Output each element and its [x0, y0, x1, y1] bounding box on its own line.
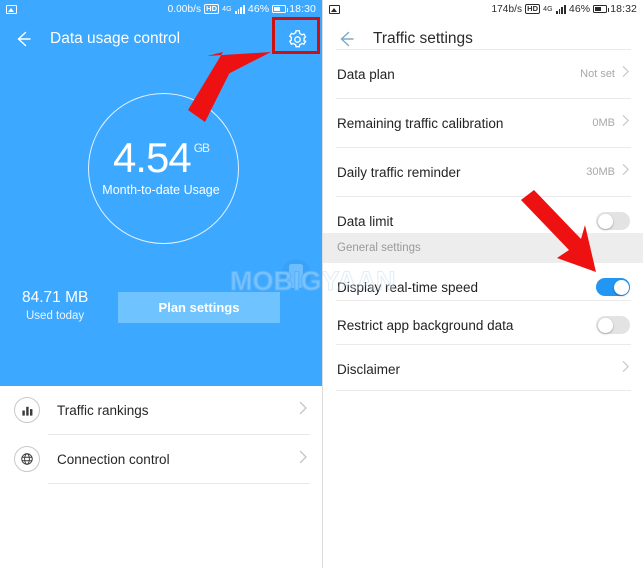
network-type-label: 4G	[222, 5, 232, 13]
usage-value: 4.54 GB	[0, 134, 322, 182]
section-header-general-settings: General settings	[323, 233, 643, 263]
list-item-label: Traffic rankings	[57, 402, 149, 418]
battery-icon	[593, 5, 610, 13]
chevron-right-icon	[622, 65, 630, 83]
used-today-value: 84.71 MB	[22, 289, 89, 306]
settings-row-restrict-app-background-data[interactable]: Restrict app background data	[323, 301, 643, 349]
page-title: Data usage control	[50, 30, 181, 47]
bar-chart-icon	[14, 397, 40, 423]
signal-bars-icon	[234, 4, 245, 14]
settings-row-label: Data limit	[337, 213, 394, 229]
back-arrow-icon[interactable]	[335, 28, 357, 50]
chevron-right-icon	[299, 401, 308, 420]
hd-icon: HD	[525, 4, 541, 14]
list-divider	[48, 483, 310, 484]
status-bar-left: 0.00b/s HD 4G 46% 18:30	[0, 0, 322, 18]
right-phone-screen: 174b/s HD 4G 46% 18:32 Traffic settings …	[322, 0, 643, 568]
list-item-label: Connection control	[57, 451, 170, 467]
app-bar-left: Data usage control	[0, 18, 322, 60]
settings-row-label: Disclaimer	[337, 361, 401, 377]
page-title: Traffic settings	[373, 30, 473, 47]
usage-value-number: 4.54	[112, 134, 192, 181]
settings-row-value: Not set	[580, 68, 615, 80]
clock-label: 18:30	[289, 3, 316, 15]
usage-caption: Month-to-date Usage	[102, 183, 220, 197]
list-divider	[336, 390, 631, 391]
signal-bars-icon	[555, 4, 566, 14]
settings-row-remaining-traffic-calibration[interactable]: Remaining traffic calibration 0MB	[323, 99, 643, 147]
network-speed-label: 174b/s	[491, 3, 523, 15]
list-item-traffic-rankings[interactable]: Traffic rankings	[0, 386, 322, 434]
hd-icon: HD	[204, 4, 220, 14]
settings-row-label: Remaining traffic calibration	[337, 115, 504, 131]
chevron-right-icon	[299, 450, 308, 469]
back-arrow-icon[interactable]	[12, 28, 34, 50]
display-real-time-speed-toggle[interactable]	[596, 278, 630, 296]
chevron-right-icon	[622, 114, 630, 132]
settings-row-label: Daily traffic reminder	[337, 164, 461, 180]
plan-settings-button[interactable]: Plan settings	[118, 292, 280, 323]
left-phone-screen: 0.00b/s HD 4G 46% 18:30 Data usage contr…	[0, 0, 322, 568]
settings-row-label: Data plan	[337, 66, 395, 82]
status-bar-right: 174b/s HD 4G 46% 18:32	[323, 0, 643, 18]
battery-percent-label: 46%	[247, 3, 270, 15]
settings-row-value: 0MB	[592, 117, 615, 129]
usage-value-unit: GB	[193, 141, 210, 155]
photo-icon	[329, 4, 340, 14]
settings-row-label: Restrict app background data	[337, 317, 514, 333]
chevron-right-icon	[622, 360, 630, 378]
globe-icon	[14, 446, 40, 472]
network-type-label: 4G	[543, 5, 553, 13]
network-speed-label: 0.00b/s	[167, 3, 202, 15]
settings-row-value: 30MB	[586, 166, 615, 178]
battery-percent-label: 46%	[568, 3, 591, 15]
settings-row-data-plan[interactable]: Data plan Not set	[323, 50, 643, 98]
data-limit-toggle[interactable]	[596, 212, 630, 230]
settings-row-daily-traffic-reminder[interactable]: Daily traffic reminder 30MB	[323, 148, 643, 196]
gear-icon[interactable]	[284, 26, 310, 52]
settings-row-disclaimer[interactable]: Disclaimer	[323, 345, 643, 393]
chevron-right-icon	[622, 163, 630, 181]
restrict-app-background-data-toggle[interactable]	[596, 316, 630, 334]
photo-icon	[6, 4, 17, 14]
clock-label: 18:32	[610, 3, 637, 15]
screenshot-root: 0.00b/s HD 4G 46% 18:30 Data usage contr…	[0, 0, 643, 568]
battery-icon	[272, 5, 289, 13]
settings-row-label: Display real-time speed	[337, 279, 479, 295]
used-today-caption: Used today	[26, 310, 85, 322]
list-item-connection-control[interactable]: Connection control	[0, 435, 322, 483]
